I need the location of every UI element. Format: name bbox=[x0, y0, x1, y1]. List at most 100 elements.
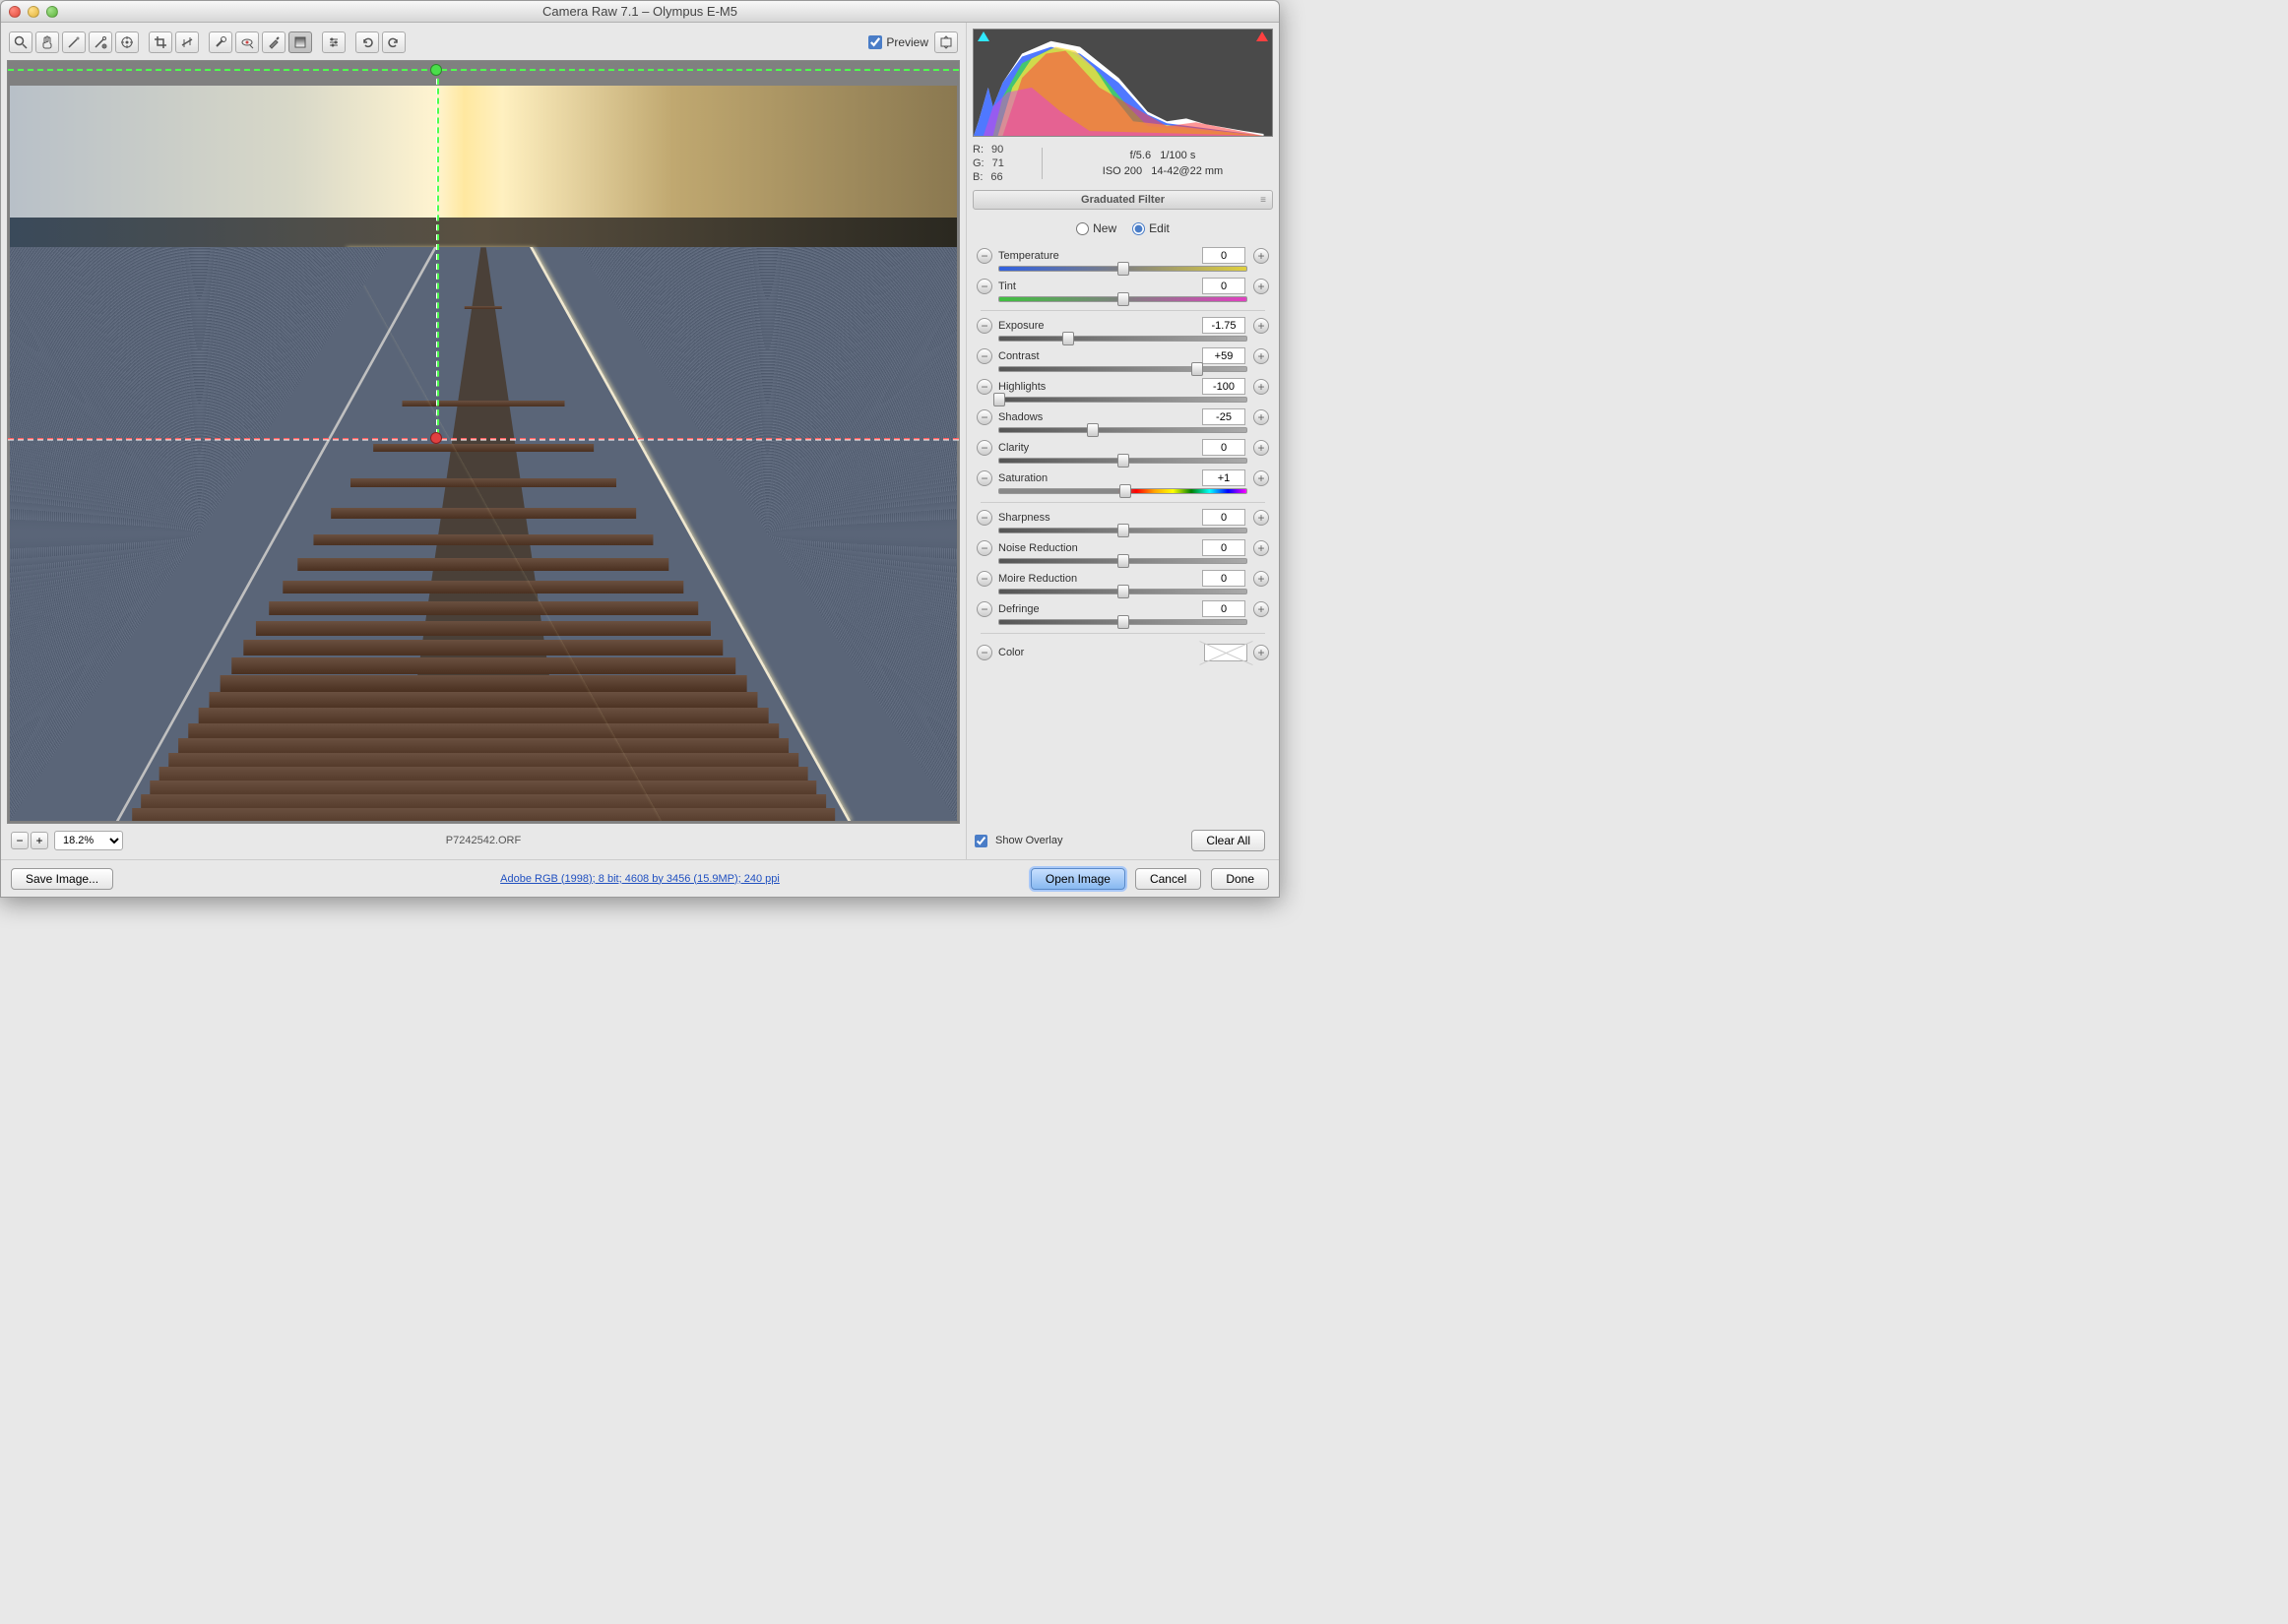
minimize-window-button[interactable] bbox=[28, 6, 39, 18]
temperature-slider-thumb[interactable] bbox=[1117, 262, 1129, 276]
mode-new[interactable]: New bbox=[1076, 221, 1116, 235]
moire-slider-track[interactable] bbox=[998, 589, 1247, 594]
gradient-line-axis[interactable] bbox=[436, 69, 438, 435]
adjustment-brush-tool[interactable] bbox=[262, 31, 286, 53]
sharpness-decrease-button[interactable]: − bbox=[977, 510, 992, 526]
noise-value-input[interactable] bbox=[1202, 539, 1245, 556]
temperature-decrease-button[interactable]: − bbox=[977, 248, 992, 264]
contrast-slider-thumb[interactable] bbox=[1191, 362, 1203, 376]
saturation-slider-thumb[interactable] bbox=[1119, 484, 1131, 498]
noise-increase-button[interactable]: + bbox=[1253, 540, 1269, 556]
clarity-slider-thumb[interactable] bbox=[1117, 454, 1129, 468]
shadows-slider-thumb[interactable] bbox=[1087, 423, 1099, 437]
exposure-slider-thumb[interactable] bbox=[1062, 332, 1074, 345]
zoom-in-button[interactable]: + bbox=[31, 832, 48, 849]
noise-slider-thumb[interactable] bbox=[1117, 554, 1129, 568]
contrast-increase-button[interactable]: + bbox=[1253, 348, 1269, 364]
spot-removal-tool[interactable] bbox=[209, 31, 232, 53]
hand-tool[interactable] bbox=[35, 31, 59, 53]
shadows-value-input[interactable] bbox=[1202, 408, 1245, 425]
color-decrease-button[interactable]: − bbox=[977, 645, 992, 660]
straighten-tool[interactable] bbox=[175, 31, 199, 53]
cancel-button[interactable]: Cancel bbox=[1135, 868, 1201, 890]
highlights-decrease-button[interactable]: − bbox=[977, 379, 992, 395]
tint-slider-track[interactable] bbox=[998, 296, 1247, 302]
clear-all-button[interactable]: Clear All bbox=[1191, 830, 1265, 851]
gradient-handle-start[interactable] bbox=[430, 64, 442, 76]
preview-toggle[interactable]: Preview bbox=[868, 35, 928, 49]
moire-slider-thumb[interactable] bbox=[1117, 585, 1129, 598]
crop-tool[interactable] bbox=[149, 31, 172, 53]
sharpness-slider-track[interactable] bbox=[998, 528, 1247, 533]
tint-increase-button[interactable]: + bbox=[1253, 279, 1269, 294]
color-swatch[interactable] bbox=[1204, 644, 1247, 661]
contrast-decrease-button[interactable]: − bbox=[977, 348, 992, 364]
defringe-value-input[interactable] bbox=[1202, 600, 1245, 617]
tint-slider-thumb[interactable] bbox=[1117, 292, 1129, 306]
moire-increase-button[interactable]: + bbox=[1253, 571, 1269, 587]
contrast-value-input[interactable] bbox=[1202, 347, 1245, 364]
gradient-line-end[interactable] bbox=[8, 438, 959, 440]
workflow-options-link[interactable]: Adobe RGB (1998); 8 bit; 4608 by 3456 (1… bbox=[500, 873, 780, 885]
panel-menu-icon[interactable]: ≡ bbox=[1260, 195, 1266, 206]
open-image-button[interactable]: Open Image bbox=[1031, 868, 1125, 890]
close-window-button[interactable] bbox=[9, 6, 21, 18]
sharpness-value-input[interactable] bbox=[1202, 509, 1245, 526]
graduated-filter-tool[interactable] bbox=[288, 31, 312, 53]
contrast-slider-track[interactable] bbox=[998, 366, 1247, 372]
exposure-value-input[interactable] bbox=[1202, 317, 1245, 334]
clarity-slider-track[interactable] bbox=[998, 458, 1247, 464]
defringe-slider-thumb[interactable] bbox=[1117, 615, 1129, 629]
clarity-decrease-button[interactable]: − bbox=[977, 440, 992, 456]
exposure-increase-button[interactable]: + bbox=[1253, 318, 1269, 334]
temperature-increase-button[interactable]: + bbox=[1253, 248, 1269, 264]
fullscreen-toggle[interactable] bbox=[934, 31, 958, 53]
saturation-decrease-button[interactable]: − bbox=[977, 470, 992, 486]
exposure-slider-track[interactable] bbox=[998, 336, 1247, 342]
preview-checkbox[interactable] bbox=[868, 35, 882, 49]
sharpness-slider-thumb[interactable] bbox=[1117, 524, 1129, 537]
image-preview-area[interactable] bbox=[7, 60, 960, 824]
targeted-adjustment-tool[interactable] bbox=[115, 31, 139, 53]
tint-decrease-button[interactable]: − bbox=[977, 279, 992, 294]
mode-edit[interactable]: Edit bbox=[1132, 221, 1170, 235]
rotate-ccw-tool[interactable] bbox=[355, 31, 379, 53]
color-increase-button[interactable]: + bbox=[1253, 645, 1269, 660]
zoom-out-button[interactable]: − bbox=[11, 832, 29, 849]
highlights-value-input[interactable] bbox=[1202, 378, 1245, 395]
done-button[interactable]: Done bbox=[1211, 868, 1269, 890]
noise-slider-track[interactable] bbox=[998, 558, 1247, 564]
highlights-increase-button[interactable]: + bbox=[1253, 379, 1269, 395]
moire-decrease-button[interactable]: − bbox=[977, 571, 992, 587]
defringe-decrease-button[interactable]: − bbox=[977, 601, 992, 617]
histogram[interactable] bbox=[973, 29, 1273, 137]
defringe-increase-button[interactable]: + bbox=[1253, 601, 1269, 617]
moire-value-input[interactable] bbox=[1202, 570, 1245, 587]
gradient-line-start[interactable] bbox=[8, 69, 959, 71]
shadows-decrease-button[interactable]: − bbox=[977, 409, 992, 425]
show-overlay-checkbox[interactable] bbox=[975, 835, 987, 847]
defringe-slider-track[interactable] bbox=[998, 619, 1247, 625]
zoom-tool[interactable] bbox=[9, 31, 32, 53]
zoom-select[interactable]: 18.2% bbox=[54, 831, 123, 850]
tint-value-input[interactable] bbox=[1202, 278, 1245, 294]
save-image-button[interactable]: Save Image... bbox=[11, 868, 113, 890]
shadows-slider-track[interactable] bbox=[998, 427, 1247, 433]
noise-decrease-button[interactable]: − bbox=[977, 540, 992, 556]
saturation-value-input[interactable] bbox=[1202, 469, 1245, 486]
temperature-slider-track[interactable] bbox=[998, 266, 1247, 272]
saturation-increase-button[interactable]: + bbox=[1253, 470, 1269, 486]
white-balance-tool[interactable] bbox=[62, 31, 86, 53]
clarity-value-input[interactable] bbox=[1202, 439, 1245, 456]
sharpness-increase-button[interactable]: + bbox=[1253, 510, 1269, 526]
clarity-increase-button[interactable]: + bbox=[1253, 440, 1269, 456]
preferences-tool[interactable] bbox=[322, 31, 346, 53]
highlights-slider-track[interactable] bbox=[998, 397, 1247, 403]
saturation-slider-track[interactable] bbox=[998, 488, 1247, 494]
zoom-window-button[interactable] bbox=[46, 6, 58, 18]
highlights-slider-thumb[interactable] bbox=[993, 393, 1005, 406]
temperature-value-input[interactable] bbox=[1202, 247, 1245, 264]
color-sampler-tool[interactable] bbox=[89, 31, 112, 53]
red-eye-tool[interactable] bbox=[235, 31, 259, 53]
exposure-decrease-button[interactable]: − bbox=[977, 318, 992, 334]
